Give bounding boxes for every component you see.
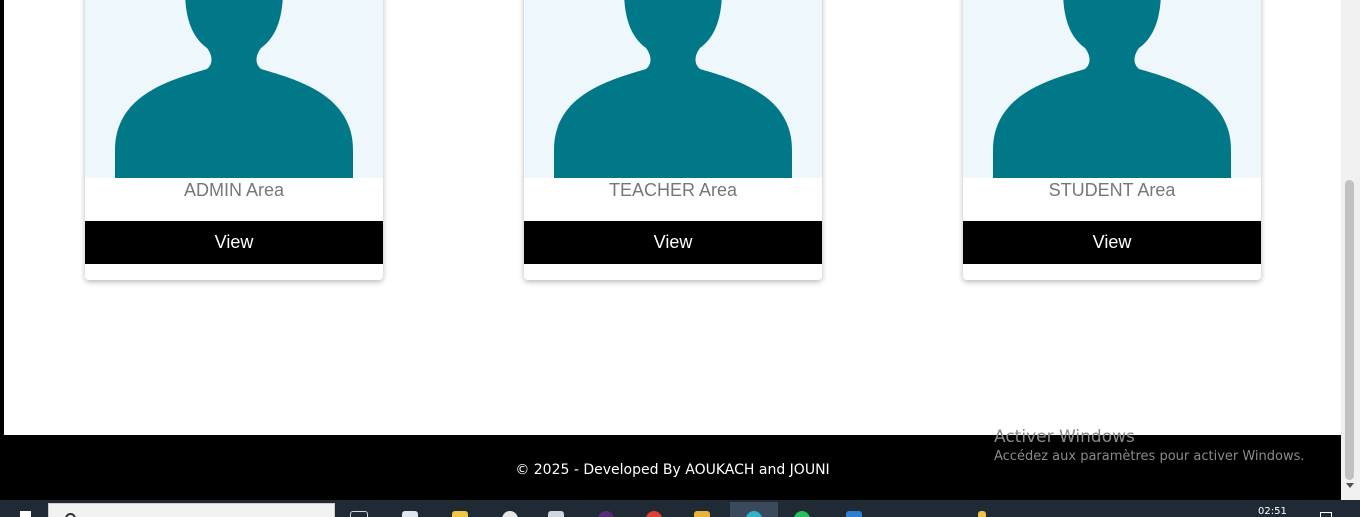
- student-avatar-image: [963, 0, 1261, 178]
- user-silhouette-icon: [993, 0, 1231, 178]
- sticky-icon[interactable]: [452, 511, 468, 517]
- user-silhouette-icon: [115, 0, 353, 178]
- start-icon[interactable]: [20, 511, 31, 517]
- teacher-area-card: TEACHER Area View: [524, 0, 822, 280]
- taskbar-search-input[interactable]: [48, 503, 335, 517]
- teacher-area-title: TEACHER Area: [608, 180, 738, 200]
- folder-icon[interactable]: [694, 511, 710, 517]
- windows-activation-watermark: Activer Windows Accédez aux paramètres p…: [994, 427, 1305, 464]
- app-icon[interactable]: [598, 511, 614, 517]
- page-content: ADMIN Area View TEACHER Area View STUDEN…: [4, 0, 1341, 499]
- paint-icon[interactable]: [502, 511, 518, 517]
- search-icon: [65, 513, 76, 517]
- student-view-button[interactable]: View: [963, 221, 1261, 264]
- scrollbar-thumb[interactable]: [1345, 180, 1354, 480]
- chrome-icon[interactable]: [646, 511, 662, 517]
- windows-taskbar: 02:51: [0, 500, 1360, 517]
- scroll-down-arrow-icon[interactable]: [1346, 483, 1354, 488]
- admin-area-title: ADMIN Area: [183, 180, 285, 200]
- watermark-subtitle: Accédez aux paramètres pour activer Wind…: [994, 449, 1305, 464]
- user-silhouette-icon: [554, 0, 792, 178]
- browser-viewport: ADMIN Area View TEACHER Area View STUDEN…: [0, 0, 1360, 500]
- file-icon[interactable]: [978, 511, 986, 517]
- window-icon[interactable]: [548, 511, 564, 517]
- notepad-icon[interactable]: [402, 511, 418, 517]
- whatsapp-icon[interactable]: [794, 511, 810, 517]
- admin-avatar-image: [85, 0, 383, 178]
- task-view-icon[interactable]: [350, 511, 368, 517]
- taskbar-clock[interactable]: 02:51: [1258, 506, 1287, 517]
- vscode-icon[interactable]: [846, 511, 862, 517]
- teacher-avatar-image: [524, 0, 822, 178]
- footer-copyright: © 2025 - Developed By AOUKACH and JOUNI: [515, 462, 830, 478]
- teacher-view-button[interactable]: View: [524, 221, 822, 264]
- vertical-scrollbar[interactable]: [1341, 0, 1360, 500]
- student-area-title: STUDENT Area: [1048, 180, 1176, 200]
- watermark-title: Activer Windows: [994, 427, 1135, 447]
- student-area-card: STUDENT Area View: [963, 0, 1261, 280]
- notification-icon[interactable]: [1320, 512, 1332, 517]
- admin-area-card: ADMIN Area View: [85, 0, 383, 280]
- admin-view-button[interactable]: View: [85, 221, 383, 264]
